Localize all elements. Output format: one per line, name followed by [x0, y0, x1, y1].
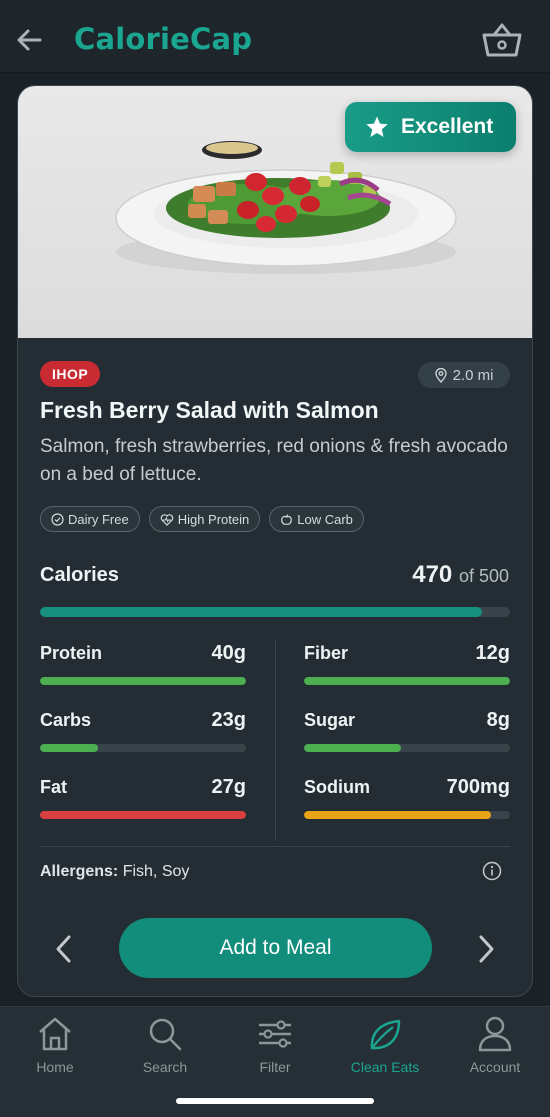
distance-text: 2.0 mi [452, 366, 494, 384]
nav-filter[interactable]: Filter [220, 1007, 330, 1087]
allergens-value: Fish, Soy [122, 863, 190, 880]
person-icon [478, 1016, 512, 1052]
location-pin-icon [434, 367, 447, 383]
tag-label: Low Carb [297, 511, 353, 527]
nav-label: Home [36, 1059, 74, 1075]
meal-card: Excellent IHOP 2.0 mi Fresh Berry Salad … [17, 85, 533, 997]
nav-label: Account [469, 1059, 521, 1075]
search-icon [149, 1018, 182, 1051]
back-button[interactable] [14, 24, 46, 56]
allergens-line: Allergens: Fish, Soy [40, 863, 189, 881]
sugar-bar [304, 744, 510, 752]
tag-dairy-free: Dairy Free [40, 506, 140, 532]
top-app-bar: CalorieCap [0, 0, 550, 73]
chevron-left-icon [56, 935, 71, 963]
tag-label: Dairy Free [68, 511, 129, 527]
arrow-left-icon [17, 29, 42, 51]
calories-bar [40, 607, 510, 617]
carbs-bar-fill [40, 744, 98, 752]
restaurant-badge: IHOP [40, 361, 101, 387]
protein-value: 40g [211, 642, 246, 664]
fat-bar-fill [40, 811, 246, 819]
protein-bar [40, 677, 246, 685]
calories-limit: of 500 [458, 566, 509, 586]
calories-bar-fill [40, 607, 482, 617]
sliders-icon [259, 1020, 291, 1048]
carbs-label: Carbs [40, 710, 92, 730]
nav-label: Search [142, 1059, 188, 1075]
calories-number: 470 [412, 561, 453, 588]
fiber-bar [304, 677, 510, 685]
check-circle-icon [51, 512, 64, 526]
fiber-bar-fill [304, 677, 510, 685]
protein-bar-fill [40, 677, 246, 685]
sodium-bar-fill [304, 811, 492, 819]
next-meal-button[interactable] [474, 932, 498, 966]
nav-account[interactable]: Account [440, 1007, 550, 1087]
nav-home[interactable]: Home [0, 1007, 110, 1087]
rating-label: Excellent [401, 115, 494, 138]
tag-high-protein: High Protein [148, 506, 261, 532]
nav-search[interactable]: Search [110, 1007, 220, 1087]
diet-tags: Dairy Free High Protein Low Carb [40, 506, 364, 532]
sodium-bar [304, 811, 510, 819]
star-icon [366, 116, 388, 137]
protein-label: Protein [40, 643, 103, 663]
allergens-label: Allergens: [40, 863, 119, 880]
column-divider [275, 641, 276, 841]
fiber-value: 12g [475, 642, 510, 664]
sodium-label: Sodium [304, 777, 370, 797]
nav-label: Clean Eats [350, 1059, 420, 1075]
home-indicator [176, 1098, 374, 1104]
basket-button[interactable] [480, 20, 524, 60]
allergen-info-button[interactable] [482, 861, 502, 886]
meal-title: Fresh Berry Salad with Salmon [40, 397, 379, 423]
add-to-meal-button[interactable]: Add to Meal [119, 918, 432, 978]
info-icon [482, 861, 502, 881]
tag-label: High Protein [177, 511, 250, 527]
chevron-right-icon [479, 935, 494, 963]
fat-value: 27g [211, 776, 246, 798]
basket-icon [482, 23, 522, 57]
fiber-label: Fiber [304, 643, 349, 663]
apple-icon [281, 513, 293, 525]
calories-label: Calories [40, 564, 119, 586]
sugar-label: Sugar [304, 710, 356, 730]
meal-photo: Excellent [18, 86, 532, 338]
section-divider [40, 846, 510, 847]
rating-badge: Excellent [345, 102, 516, 152]
app-logo-text: CalorieCap [74, 22, 253, 56]
tag-low-carb: Low Carb [269, 506, 364, 532]
fat-label: Fat [40, 777, 67, 797]
sodium-value: 700mg [446, 776, 510, 798]
nav-label: Filter [259, 1059, 291, 1075]
previous-meal-button[interactable] [52, 932, 76, 966]
heart-pulse-icon [160, 513, 173, 526]
fat-bar [40, 811, 246, 819]
sugar-bar-fill [304, 744, 401, 752]
carbs-value: 23g [211, 709, 246, 731]
calories-value: 470 of 500 [412, 561, 509, 589]
home-icon [39, 1017, 71, 1051]
carbs-bar [40, 744, 246, 752]
meal-description: Salmon, fresh strawberries, red onions &… [40, 436, 508, 485]
distance-chip: 2.0 mi [418, 362, 510, 388]
nav-clean-eats[interactable]: Clean Eats [330, 1007, 440, 1087]
leaf-icon [370, 1019, 401, 1050]
sugar-value: 8g [486, 709, 510, 731]
